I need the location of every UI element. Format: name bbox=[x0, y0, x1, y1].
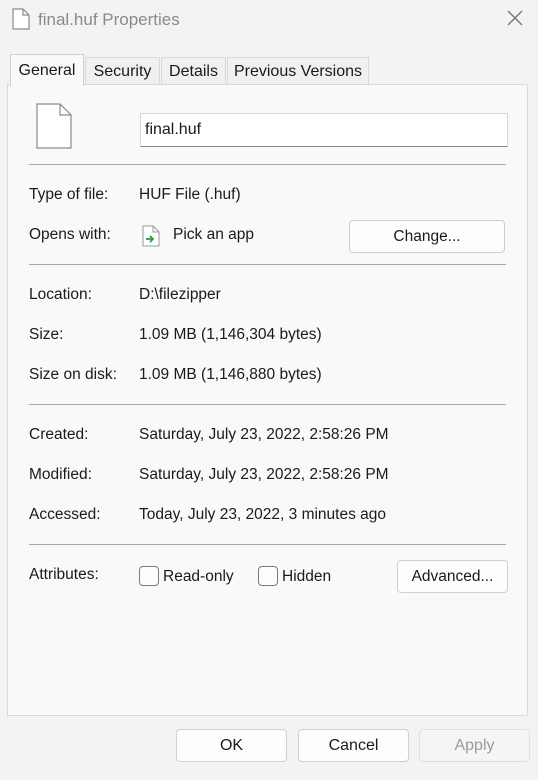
divider bbox=[29, 264, 506, 265]
tab-general[interactable]: General bbox=[10, 54, 84, 86]
read-only-label: Read-only bbox=[163, 568, 234, 585]
change-button[interactable]: Change... bbox=[349, 220, 505, 253]
size-on-disk-label: Size on disk: bbox=[29, 366, 117, 383]
accessed-label: Accessed: bbox=[29, 506, 101, 523]
divider bbox=[29, 404, 506, 405]
opens-with-label: Opens with: bbox=[29, 226, 111, 243]
apply-button[interactable]: Apply bbox=[419, 729, 530, 762]
location-value: D:\filezipper bbox=[139, 286, 221, 303]
type-of-file-value: HUF File (.huf) bbox=[139, 186, 241, 203]
attributes-label: Attributes: bbox=[29, 566, 99, 583]
document-icon bbox=[12, 8, 30, 35]
window-title: final.huf Properties bbox=[38, 10, 180, 29]
created-value: Saturday, July 23, 2022, 2:58:26 PM bbox=[139, 426, 389, 443]
hidden-label: Hidden bbox=[282, 568, 332, 585]
tab-security[interactable]: Security bbox=[85, 57, 160, 85]
location-label: Location: bbox=[29, 286, 92, 303]
file-name-input[interactable] bbox=[140, 113, 508, 147]
tab-previous-versions[interactable]: Previous Versions bbox=[227, 57, 369, 85]
type-of-file-label: Type of file: bbox=[29, 186, 109, 203]
cancel-button[interactable]: Cancel bbox=[298, 729, 409, 762]
title-bar: final.huf Properties bbox=[0, 0, 538, 42]
pick-app-icon bbox=[142, 225, 160, 252]
opens-with-value: Pick an app bbox=[173, 226, 254, 243]
size-label: Size: bbox=[29, 326, 64, 343]
divider bbox=[29, 164, 506, 165]
tab-details[interactable]: Details bbox=[161, 57, 226, 85]
modified-label: Modified: bbox=[29, 466, 92, 483]
divider bbox=[29, 544, 506, 545]
hidden-checkbox[interactable] bbox=[258, 566, 278, 586]
size-value: 1.09 MB (1,146,304 bytes) bbox=[139, 326, 322, 343]
modified-value: Saturday, July 23, 2022, 2:58:26 PM bbox=[139, 466, 389, 483]
advanced-button[interactable]: Advanced... bbox=[397, 560, 508, 593]
close-button[interactable] bbox=[492, 0, 538, 40]
created-label: Created: bbox=[29, 426, 89, 443]
read-only-checkbox[interactable] bbox=[139, 566, 159, 586]
close-icon bbox=[507, 10, 523, 31]
size-on-disk-value: 1.09 MB (1,146,880 bytes) bbox=[139, 366, 322, 383]
ok-button[interactable]: OK bbox=[176, 729, 287, 762]
general-panel: Type of file: HUF File (.huf) Opens with… bbox=[7, 84, 528, 716]
file-icon bbox=[36, 103, 72, 154]
accessed-value: Today, July 23, 2022, 3 minutes ago bbox=[139, 506, 387, 523]
